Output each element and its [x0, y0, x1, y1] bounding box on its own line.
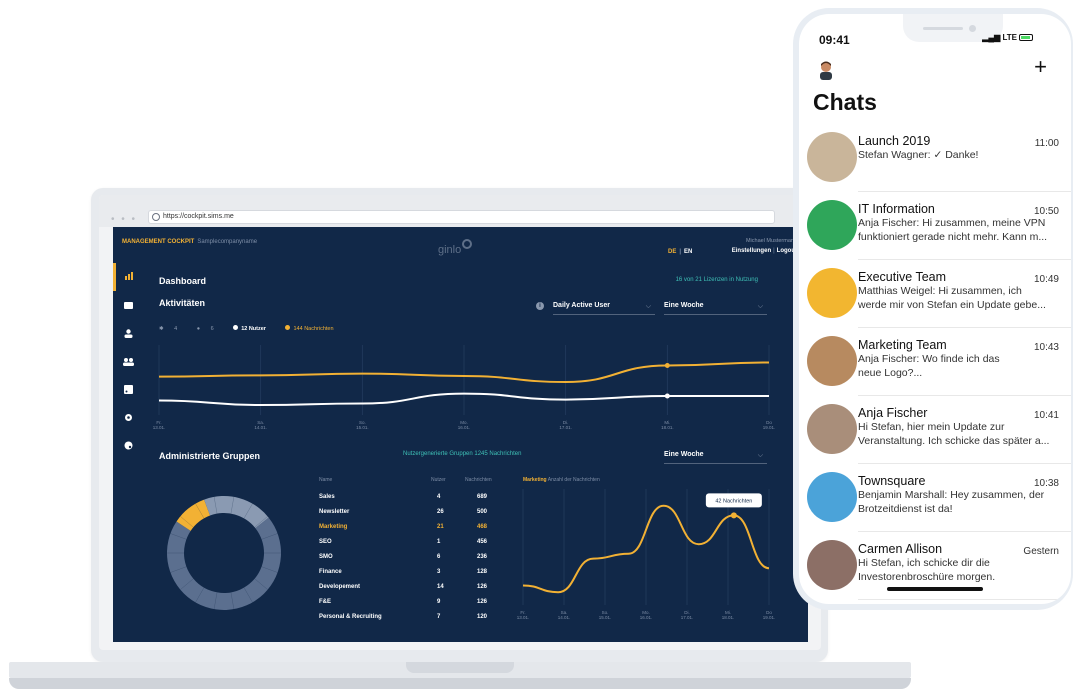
chat-list-item[interactable]: Executive Team 10:49 Matthias Weigel: Hi z…	[799, 260, 1071, 328]
speaker	[923, 27, 963, 30]
browser-bar: • • • https://cockpit.sims.me	[99, 195, 821, 227]
chat-list-item[interactable]: Marketing Team 10:43 Anja Fischer: Wo find…	[799, 328, 1071, 396]
url-text: https://cockpit.sims.me	[163, 213, 234, 220]
activity-x-tick-date: 15.01.	[356, 425, 369, 430]
chat-preview: Matthias Weigel: Hi zusammen, ich werde …	[858, 285, 1046, 311]
activity-x-tick-date: 18.01.	[661, 425, 674, 430]
activity-x-tick-date: 14.01.	[254, 425, 267, 430]
messages-series-marker	[664, 363, 670, 368]
chat-name: Launch 2019	[858, 134, 931, 148]
chat-preview: Anja Fischer: Hi zusammen, meine VPN fun…	[858, 217, 1048, 243]
signal-icon: ▂▄▆	[982, 33, 1001, 42]
chat-avatar	[807, 404, 857, 454]
laptop-base-bottom	[9, 678, 911, 689]
chat-preview: Anja Fischer: Wo finde ich das neue Logo…	[858, 353, 1000, 379]
chats-title: Chats	[813, 89, 877, 115]
laptop-screen: • • • https://cockpit.sims.me MANAGEMENT…	[99, 195, 821, 650]
chat-name: Executive Team	[858, 270, 947, 284]
marketing-peak-marker	[730, 512, 737, 519]
activity-x-tick-date: 13.01.	[153, 425, 166, 430]
marketing-x-tick-date: 14.01.	[558, 615, 571, 620]
marketing-x-tick-date: 17.01.	[681, 615, 694, 620]
chat-preview: Stefan Wagner: ✓ Danke!	[858, 149, 979, 161]
chat-divider	[858, 599, 1071, 600]
marketing-x-tick-date: 13.01.	[517, 615, 530, 620]
management-cockpit-app: MANAGEMENT COCKPIT Samplecompanyname ginl…	[113, 227, 808, 642]
new-chat-button[interactable]: +	[1034, 54, 1047, 80]
status-time: 09:41	[819, 33, 850, 47]
globe-icon	[152, 213, 160, 221]
chat-avatar	[807, 268, 857, 318]
tooltip-text: 42 Nachrichten	[715, 498, 752, 504]
marketing-x-tick-date: 15.01.	[599, 615, 612, 620]
chat-name: Marketing Team	[858, 338, 947, 352]
chat-preview: Benjamin Marshall: Hey zusammen, der Bro…	[858, 489, 1045, 515]
donut-slice	[167, 517, 281, 610]
network-type: LTE	[1002, 33, 1017, 42]
chat-avatar	[807, 472, 857, 522]
window-dots: • • •	[111, 214, 138, 225]
chat-preview: Hi Stefan, ich schicke dir die Investore…	[858, 557, 996, 583]
status-indicators: ▂▄▆ LTE	[982, 33, 1033, 42]
battery-icon	[1019, 34, 1033, 41]
chat-list-item[interactable]: IT Information 10:50 Anja Fischer: Hi zusa…	[799, 192, 1071, 260]
chat-name: Townsquare	[858, 474, 926, 488]
marketing-x-tick-date: 19.01.	[763, 615, 776, 620]
users-series-marker	[664, 393, 670, 399]
chat-avatar	[807, 200, 857, 250]
phone-screen: 09:41 ▂▄▆ LTE + Chats Launch 2019 11:00 St…	[799, 14, 1071, 604]
chat-name: Anja Fischer	[858, 406, 928, 420]
laptop-notch	[406, 662, 514, 673]
activity-x-tick-date: 16.01.	[458, 425, 471, 430]
camera	[969, 25, 976, 32]
marketing-x-tick-date: 16.01.	[640, 615, 653, 620]
chat-preview: Hi Stefan, hier mein Update zur Veransta…	[858, 421, 1050, 447]
chat-avatar	[807, 132, 857, 182]
chat-name: Carmen Allison	[858, 542, 943, 556]
laptop-base	[9, 662, 911, 691]
home-indicator	[887, 587, 983, 591]
chat-list-item[interactable]: Anja Fischer 10:41 Hi Stefan, hier mein Up…	[799, 396, 1071, 464]
donut-slice	[204, 496, 269, 529]
activity-x-tick-date: 17.01.	[559, 425, 572, 430]
marketing-x-tick-date: 18.01.	[722, 615, 735, 620]
profile-avatar[interactable]	[816, 60, 836, 80]
charts-canvas: Fr.13.01.Sa.14.01.So.15.01.Mo.16.01.Di.1…	[153, 345, 776, 620]
chat-list-item[interactable]: Launch 2019 11:00 Stefan Wagner: ✓ Danke!	[799, 124, 1071, 192]
url-field[interactable]: https://cockpit.sims.me	[148, 210, 775, 224]
chat-name: IT Information	[858, 202, 935, 216]
chat-avatar	[807, 540, 857, 590]
chat-avatar	[807, 336, 857, 386]
activity-x-tick-date: 19.01.	[763, 425, 776, 430]
chat-list-item[interactable]: Townsquare 10:38 Benjamin Marshall: Hey zu…	[799, 464, 1071, 532]
